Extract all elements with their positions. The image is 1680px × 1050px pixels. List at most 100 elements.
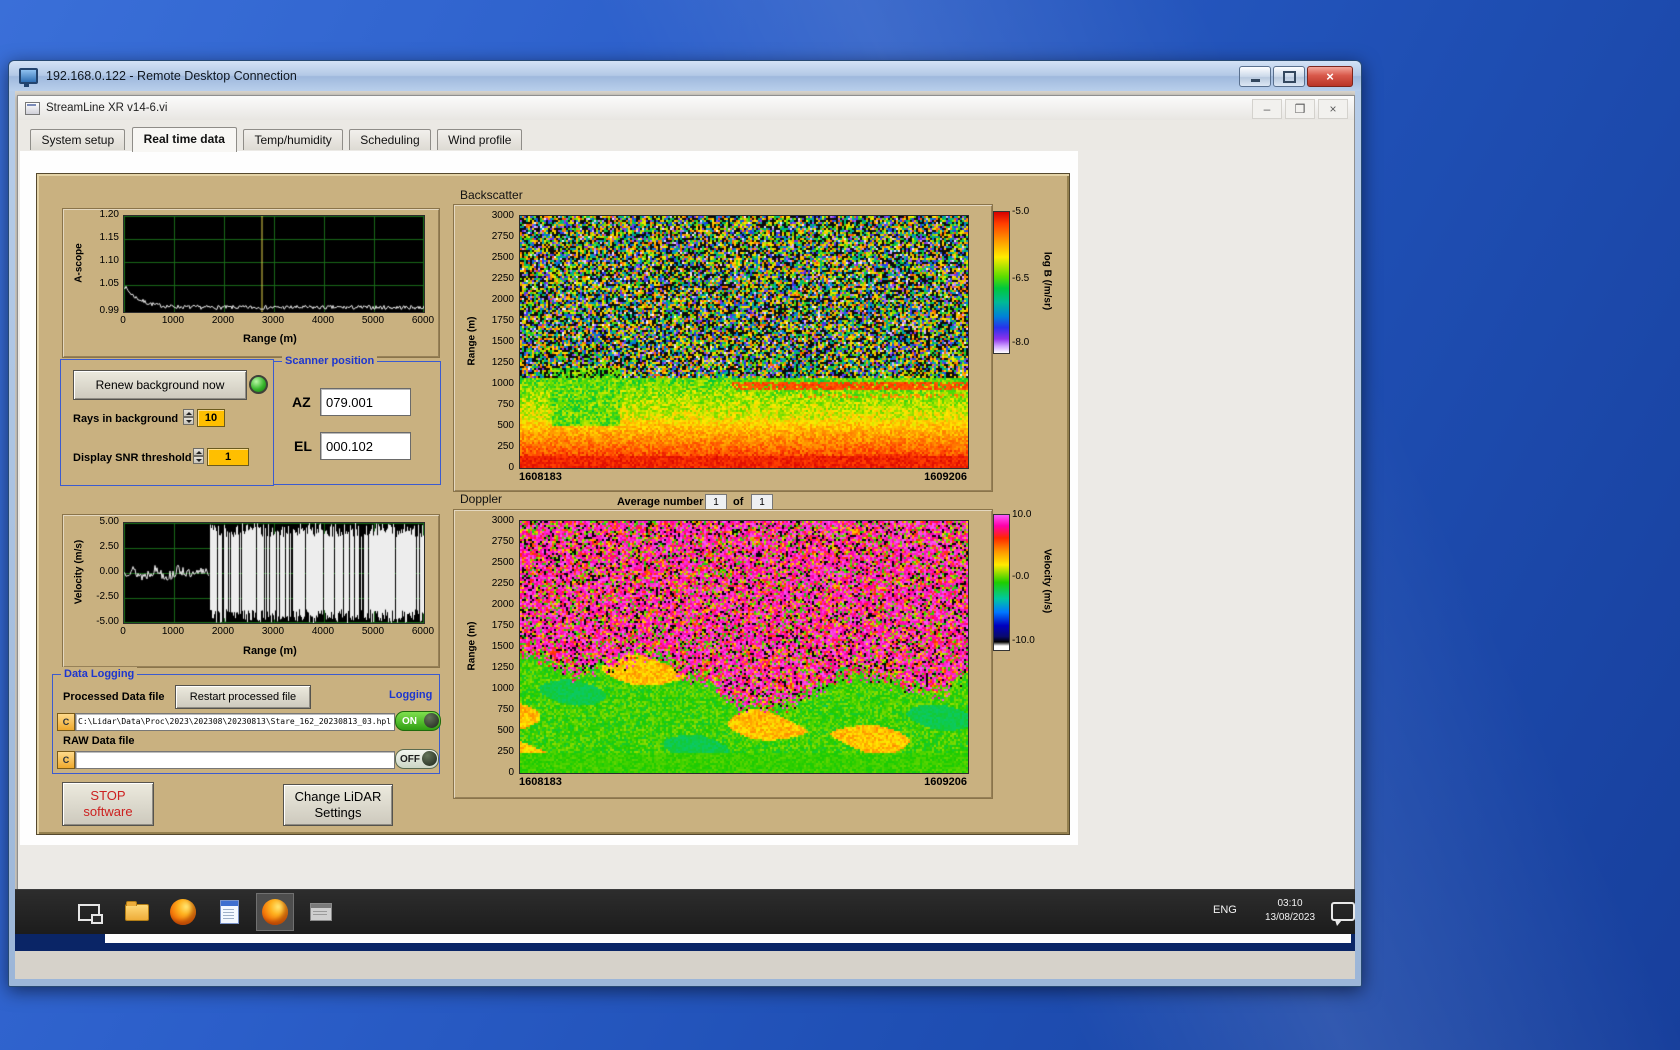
processed-drive-button[interactable]: C: [57, 713, 75, 731]
of-label: of: [733, 496, 744, 508]
snr-value-field[interactable]: 1: [207, 448, 249, 466]
tick-label: 2.50: [99, 541, 119, 552]
taskbar-icon-scan-scheduler[interactable]: [303, 894, 339, 930]
tick-label: 1000: [161, 626, 185, 637]
snr-spinner[interactable]: [193, 448, 204, 464]
tick-label: 1500: [491, 336, 514, 347]
notification-icon[interactable]: [1331, 902, 1355, 926]
velocity-frame: Velocity (m/s) Range (m) 5.00 2.50 0.00 -2.…: [62, 514, 440, 668]
az-label: AZ: [292, 394, 311, 410]
tab-wind-profile[interactable]: Wind profile: [437, 129, 523, 151]
clock-time: 03:10: [1277, 898, 1303, 909]
close-button[interactable]: ×: [1307, 66, 1353, 87]
tick-label: 500: [497, 420, 514, 431]
background-controls-group: Renew background now Rays in background …: [60, 359, 274, 486]
az-value-field[interactable]: 079.001: [320, 388, 411, 416]
backscatter-frame: Range (m) 1608183 1609206 3000 2750 2500 22…: [453, 204, 993, 492]
doppler-x-end-label: 1609206: [924, 776, 967, 788]
tick-label: 6000: [411, 626, 435, 637]
session-taskbar: ENG 03:10 13/08/2023: [15, 889, 1355, 934]
scanner-position-title: Scanner position: [282, 354, 378, 368]
processed-path-field[interactable]: C:\Lidar\Data\Proc\2023\202308\20230813\…: [75, 713, 395, 731]
data-logging-title: Data Logging: [61, 667, 138, 681]
doppler-frame: Range (m) 1608183 1609206 3000 2750 2500 22…: [453, 509, 993, 799]
tick-label: 0.00: [99, 566, 119, 577]
el-value-field[interactable]: 000.102: [320, 432, 411, 460]
tab-temp-humidity[interactable]: Temp/humidity: [243, 129, 343, 151]
app-minimize-button[interactable]: –: [1252, 99, 1282, 119]
renew-led-indicator: [249, 375, 268, 394]
tick-label: 0: [508, 462, 514, 473]
doppler-title: Doppler: [460, 492, 503, 506]
tick-label: 1.15: [99, 232, 119, 243]
tick-label: 3000: [261, 315, 285, 326]
app-close-button[interactable]: ×: [1318, 99, 1348, 119]
backscatter-x-end-label: 1609206: [924, 471, 967, 483]
tab-real-time-data[interactable]: Real time data: [131, 127, 237, 152]
tick-label: -5.0: [1012, 206, 1030, 217]
tick-label: 750: [497, 704, 514, 715]
change-lidar-settings-button[interactable]: Change LiDAR Settings: [283, 784, 393, 826]
ascope-x-axis-label: Range (m): [243, 333, 297, 345]
content-area: A-scope Range (m) 1.20 1.15 1.10 1.05 0.99 0 1…: [20, 151, 1078, 845]
tick-label: 5000: [361, 315, 385, 326]
minimize-button[interactable]: [1239, 66, 1271, 87]
remote-desktop-icon: [19, 68, 38, 87]
doppler-x-start-label: 1608183: [519, 776, 562, 788]
tab-scheduling[interactable]: Scheduling: [349, 129, 431, 151]
rdp-titlebar[interactable]: 192.168.0.122 - Remote Desktop Connectio…: [9, 61, 1361, 91]
raw-drive-button[interactable]: C: [57, 751, 75, 769]
rays-value-field[interactable]: 10: [197, 409, 225, 427]
rays-in-background-label: Rays in background: [73, 413, 179, 425]
tab-system-setup[interactable]: System setup: [30, 129, 126, 151]
taskbar-icon-task-view[interactable]: [71, 894, 107, 930]
language-indicator[interactable]: ENG: [1213, 904, 1237, 916]
ascope-y-axis-label: A-scope: [73, 243, 85, 283]
logging-label: Logging: [389, 689, 433, 701]
average-number-label: Average number: [617, 496, 704, 508]
tick-label: 2500: [491, 557, 514, 568]
vi-app-icon: [25, 101, 40, 115]
rdp-window-title: 192.168.0.122 - Remote Desktop Connectio…: [46, 69, 297, 83]
processed-logging-toggle[interactable]: ON: [395, 711, 441, 731]
tick-label: 1000: [161, 315, 185, 326]
taskbar-clock[interactable]: 03:10 13/08/2023: [1253, 897, 1327, 924]
tick-label: -2.50: [96, 591, 119, 602]
tab-strip: System setup Real time data Temp/humidit…: [18, 120, 1354, 152]
backscatter-canvas: [520, 216, 968, 468]
raw-path-field[interactable]: [75, 751, 395, 769]
tick-label: 2000: [491, 599, 514, 610]
backscatter-colorbar-label: log B (/m/sr): [1041, 251, 1053, 311]
app-titlebar[interactable]: StreamLine XR v14-6.vi – ❒ ×: [18, 96, 1354, 121]
processed-data-file-label: Processed Data file: [63, 691, 165, 703]
rays-spinner[interactable]: [183, 409, 194, 425]
renew-background-button[interactable]: Renew background now: [73, 370, 247, 400]
raw-logging-toggle[interactable]: OFF: [395, 749, 439, 769]
taskbar-icon-firefox[interactable]: [165, 894, 201, 930]
raw-data-file-label: RAW Data file: [63, 735, 135, 747]
tick-label: 1750: [491, 620, 514, 631]
tick-label: 5000: [361, 626, 385, 637]
taskbar-icon-notepad[interactable]: [211, 894, 247, 930]
tick-label: 2000: [211, 626, 235, 637]
tick-label: 1.20: [99, 209, 119, 220]
rdp-window: 192.168.0.122 - Remote Desktop Connectio…: [8, 60, 1362, 987]
tick-label: -6.5: [1012, 273, 1030, 284]
tick-label: 2250: [491, 578, 514, 589]
clock-date: 13/08/2023: [1264, 911, 1316, 923]
maximize-button[interactable]: [1273, 66, 1305, 87]
tick-label: 1000: [491, 683, 514, 694]
tick-label: 2500: [491, 252, 514, 263]
taskbar-icon-firefox-active[interactable]: [256, 893, 294, 931]
taskbar-icon-file-explorer[interactable]: [119, 894, 155, 930]
doppler-y-axis-label: Range (m): [466, 621, 478, 671]
app-restore-button[interactable]: ❒: [1285, 99, 1315, 119]
app-window: StreamLine XR v14-6.vi – ❒ × System setu…: [17, 95, 1355, 943]
tick-label: 250: [497, 441, 514, 452]
tick-label: 2000: [211, 315, 235, 326]
snr-threshold-label: Display SNR threshold: [73, 452, 192, 464]
velocity-x-axis-label: Range (m): [243, 645, 297, 657]
tick-label: 4000: [311, 315, 335, 326]
stop-software-button[interactable]: STOP software: [62, 782, 154, 826]
restart-processed-file-button[interactable]: Restart processed file: [175, 685, 311, 709]
